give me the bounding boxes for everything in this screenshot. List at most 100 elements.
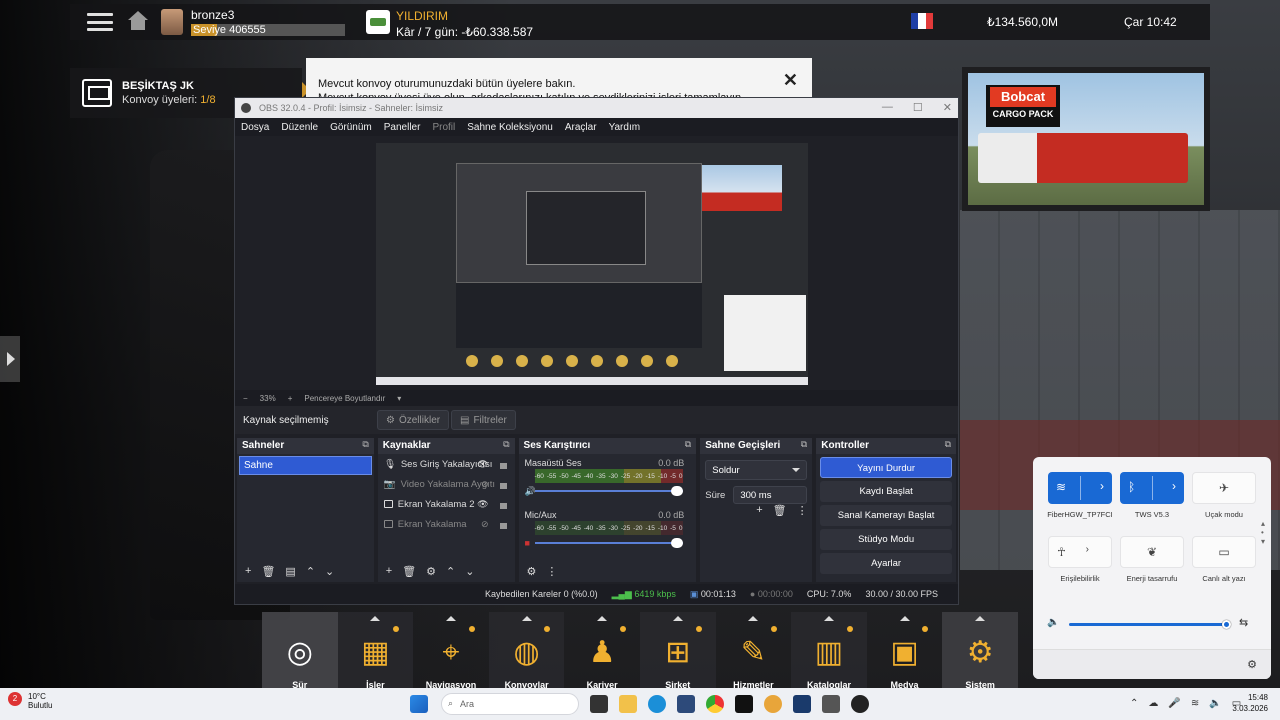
eye-hidden-icon[interactable]: ⊘ xyxy=(481,519,489,530)
zoom-out-button[interactable]: − xyxy=(243,394,248,403)
game-menu-item-8[interactable]: ▣ Medya xyxy=(867,612,943,690)
volume-slider-knob[interactable] xyxy=(1222,620,1231,629)
zoom-in-button[interactable]: + xyxy=(288,394,293,403)
file-explorer-icon[interactable] xyxy=(619,695,637,713)
game-menu-item-6[interactable]: ✎ Hizmetler xyxy=(716,612,792,690)
truck-game-icon[interactable] xyxy=(822,695,840,713)
lock-icon[interactable] xyxy=(499,463,507,469)
source-item[interactable]: 🎙 Ses Giriş Yakalayıcısı 👁 xyxy=(378,454,515,474)
quick-setting-tile[interactable]: ❦ xyxy=(1120,536,1184,568)
gear-icon[interactable]: ⚙ xyxy=(426,565,436,578)
wifi-icon[interactable]: ≋ xyxy=(1191,698,1199,709)
menu-edit[interactable]: Düzenle xyxy=(281,122,318,133)
speaker-icon[interactable]: 🔈 xyxy=(1047,617,1059,628)
filters-button[interactable]: ▤ Filtreler xyxy=(451,410,516,430)
source-item[interactable]: 📷 Video Yakalama Aygıtı ⊘ xyxy=(378,474,515,494)
game-menu-item-1[interactable]: ▦ İşler xyxy=(337,612,414,690)
menu-profile[interactable]: Profil xyxy=(432,122,455,133)
obs-icon[interactable] xyxy=(851,695,869,713)
menu-scene-collection[interactable]: Sahne Koleksiyonu xyxy=(467,122,553,133)
game-menu-item-3[interactable]: ◍ Konvoylar xyxy=(488,612,565,690)
volume-icon[interactable]: 🔈 xyxy=(1209,698,1221,709)
menu-help[interactable]: Yardım xyxy=(609,122,641,133)
duration-input[interactable]: 300 ms xyxy=(733,486,808,504)
scene-item[interactable]: Sahne xyxy=(239,456,372,475)
stream-preview[interactable] xyxy=(376,143,808,385)
volume-slider[interactable] xyxy=(1069,620,1231,629)
obs-title-bar[interactable]: OBS 32.0.4 - Profil: İsimsiz - Sahneler:… xyxy=(235,98,958,118)
menu-docks[interactable]: Paneller xyxy=(384,122,421,133)
network-icon[interactable]: ☁ xyxy=(1148,698,1158,709)
scroll-arrows-icon[interactable]: ▴ • ▾ xyxy=(1261,519,1265,546)
transition-select[interactable]: Soldur xyxy=(705,460,808,480)
volume-fader[interactable] xyxy=(534,486,683,496)
chevron-right-icon[interactable]: › xyxy=(1100,479,1104,493)
app-icon[interactable] xyxy=(764,695,782,713)
start-virtual-camera-button[interactable]: Sanal Kamerayı Başlat xyxy=(820,505,952,526)
source-item[interactable]: Ekran Yakalama 2 👁 xyxy=(378,494,515,514)
game-menu-item-5[interactable]: ⊞ Şirket xyxy=(639,612,716,690)
zoom-fit-button[interactable]: Pencereye Boyutlandır xyxy=(304,394,385,403)
properties-button[interactable]: ⚙ Özellikler xyxy=(377,410,450,430)
menu-icon[interactable] xyxy=(87,13,113,31)
task-view-icon[interactable] xyxy=(590,695,608,713)
lock-icon[interactable] xyxy=(499,523,507,529)
microphone-icon[interactable]: 🎤 xyxy=(1168,698,1180,709)
audio-output-icon[interactable]: ⇆ xyxy=(1239,616,1248,629)
chrome-icon[interactable] xyxy=(706,695,724,713)
fader-knob[interactable] xyxy=(670,538,683,548)
settings-button[interactable]: Ayarlar xyxy=(820,553,952,574)
close-button[interactable]: ✕ xyxy=(943,101,952,114)
maximize-button[interactable]: ☐ xyxy=(913,101,923,114)
ad-banner[interactable]: Bobcat CARGO PACK xyxy=(962,67,1210,211)
menu-view[interactable]: Görünüm xyxy=(330,122,372,133)
quick-setting-tile[interactable]: ☥ › xyxy=(1048,536,1112,568)
windows-start-icon[interactable] xyxy=(410,695,428,713)
menu-file[interactable]: Dosya xyxy=(241,122,269,133)
game-menu-item-2[interactable]: ⌖ Navigasyon xyxy=(413,612,489,690)
taskbar-clock[interactable]: 15:48 3.03.2026 xyxy=(1232,692,1268,714)
side-panel-expand-button[interactable] xyxy=(0,336,20,382)
game-menu-item-7[interactable]: ▥ Kataloglar xyxy=(791,612,867,690)
taskbar-search[interactable]: ⌕ Ara xyxy=(441,693,579,715)
lock-icon[interactable] xyxy=(499,483,507,489)
game-menu-item-4[interactable]: ♟ Kariyer xyxy=(564,612,640,690)
minimize-button[interactable]: — xyxy=(882,101,893,114)
game-menu-item-9[interactable]: ⚙ Sistem xyxy=(942,612,1018,690)
more-options-icon[interactable]: ⋮ xyxy=(546,565,557,578)
volume-fader[interactable] xyxy=(534,538,683,548)
avatar[interactable] xyxy=(161,9,183,35)
source-item[interactable]: Ekran Yakalama ⊘ xyxy=(378,514,515,534)
start-recording-button[interactable]: Kaydı Başlat xyxy=(820,481,952,502)
more-options-icon[interactable]: ⋮ xyxy=(797,504,808,517)
filter-icon[interactable]: ▤ xyxy=(285,565,295,578)
eye-icon[interactable]: 👁 xyxy=(477,499,488,510)
mixer-settings-icon[interactable]: ⚙ xyxy=(527,565,537,578)
move-up-icon[interactable]: ⌃ xyxy=(306,565,315,578)
chevron-up-icon[interactable]: ⌃ xyxy=(1130,698,1138,709)
store-icon[interactable] xyxy=(677,695,695,713)
fader-knob[interactable] xyxy=(670,486,683,496)
company-info[interactable]: YILDIRIM Kâr / 7 gün: -₺60.338.587 xyxy=(396,9,533,39)
move-up-icon[interactable]: ⌃ xyxy=(446,565,455,578)
quick-setting-tile[interactable]: ≋ › xyxy=(1048,472,1112,504)
chevron-right-icon[interactable]: › xyxy=(1086,544,1089,555)
chevron-down-icon[interactable]: ▾ xyxy=(397,394,401,403)
trash-icon[interactable]: 🗑 xyxy=(773,504,787,517)
lock-icon[interactable] xyxy=(499,503,507,509)
home-icon[interactable] xyxy=(127,11,149,33)
studio-mode-button[interactable]: Stüdyo Modu xyxy=(820,529,952,550)
quick-setting-tile[interactable]: ᛒ › xyxy=(1120,472,1184,504)
muted-speaker-icon[interactable]: ■ xyxy=(525,538,530,548)
menu-tools[interactable]: Araçlar xyxy=(565,122,597,133)
eye-hidden-icon[interactable]: ⊘ xyxy=(481,479,489,490)
edge-icon[interactable] xyxy=(648,695,666,713)
move-down-icon[interactable]: ⌄ xyxy=(465,565,474,578)
stop-streaming-button[interactable]: Yayını Durdur xyxy=(820,457,952,478)
quick-setting-tile[interactable]: ✈ xyxy=(1192,472,1256,504)
move-down-icon[interactable]: ⌄ xyxy=(325,565,334,578)
close-icon[interactable]: ✕ xyxy=(783,70,798,91)
chevron-right-icon[interactable]: › xyxy=(1172,479,1176,493)
eye-icon[interactable]: 👁 xyxy=(477,459,488,470)
add-icon[interactable]: + xyxy=(386,565,392,577)
